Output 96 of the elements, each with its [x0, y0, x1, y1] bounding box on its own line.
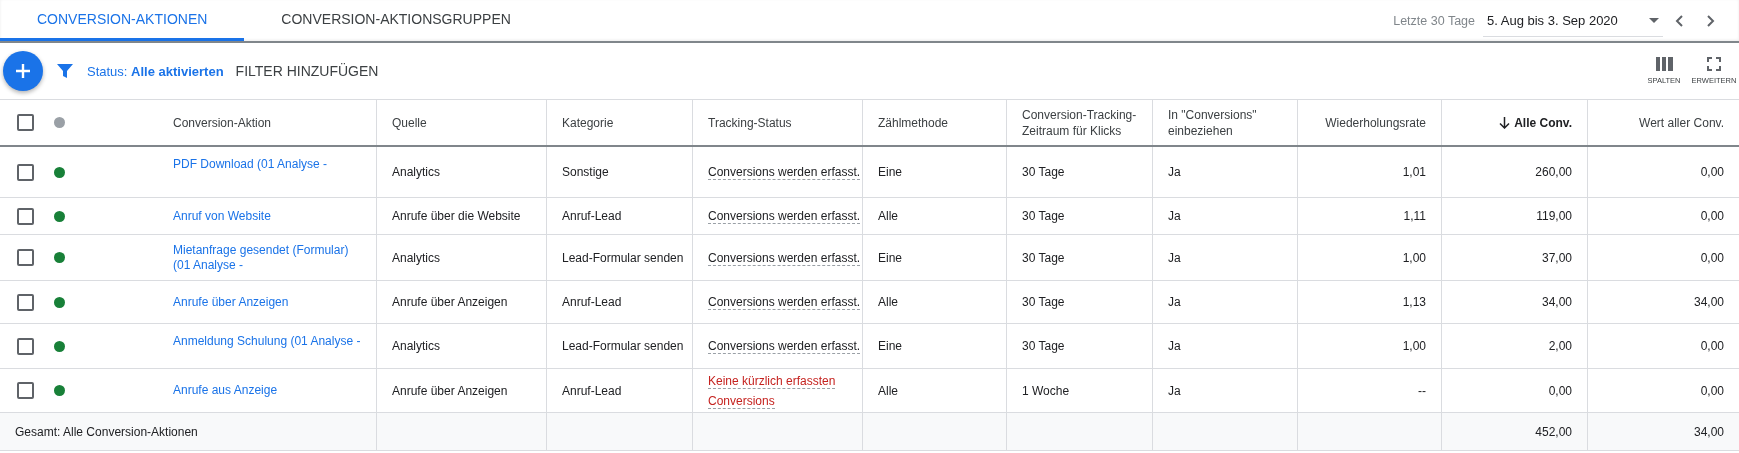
- table-cell: Anrufe über Anzeigen: [392, 295, 508, 309]
- table-cell: 1,13: [1402, 295, 1426, 309]
- checkbox[interactable]: [17, 207, 34, 225]
- dropdown-caret-icon: [1649, 17, 1659, 23]
- table-cell: 30 Tage: [1022, 339, 1065, 353]
- tab[interactable]: CONVERSION-AKTIONEN: [0, 0, 245, 41]
- add-button[interactable]: [3, 51, 43, 91]
- status-filter[interactable]: Status: Alle aktivierten: [87, 63, 224, 79]
- table-cell: Lead-Formular senden: [562, 250, 684, 265]
- checkbox[interactable]: [17, 337, 34, 355]
- tracking-status[interactable]: Conversions werden erfasst.: [708, 162, 861, 182]
- column-header[interactable]: Wert aller Conv.: [1639, 114, 1724, 131]
- table-cell: 1,11: [1403, 209, 1426, 223]
- chevron-right-icon: [1707, 14, 1715, 27]
- table-cell: Anrufe über die Website: [392, 209, 521, 223]
- total-cell: 34,00: [1693, 424, 1724, 439]
- tracking-status-warning[interactable]: Keine kürzlich erfassten Conversions: [708, 370, 858, 411]
- plus-icon: [15, 63, 31, 79]
- checkbox[interactable]: [17, 293, 34, 311]
- table-cell: 1,00: [1402, 339, 1426, 353]
- conversion-action-link[interactable]: Anrufe aus Anzeige: [173, 383, 288, 398]
- table-cell: Eine: [878, 250, 903, 265]
- column-header[interactable]: Quelle: [392, 114, 427, 131]
- table-cell: Ja: [1168, 383, 1181, 398]
- table-cell: Alle: [878, 209, 898, 223]
- column-header[interactable]: In "Conversions" einbeziehen: [1168, 106, 1293, 139]
- table-cell: Analytics: [392, 250, 441, 265]
- column-header[interactable]: Tracking-Status: [708, 114, 792, 131]
- table-cell: 30 Tage: [1022, 165, 1065, 179]
- table-cell: 1 Woche: [1022, 383, 1070, 398]
- table-cell: Analytics: [392, 165, 441, 179]
- table-cell: 0,00: [1700, 383, 1724, 398]
- table-cell: 0,00: [1700, 250, 1724, 265]
- table-cell: 37,00: [1541, 250, 1572, 265]
- conversion-action-link[interactable]: Anrufe über Anzeigen: [173, 294, 299, 310]
- filter-icon[interactable]: [57, 63, 73, 79]
- checkbox[interactable]: [17, 382, 34, 399]
- table-cell: 1,00: [1402, 250, 1426, 265]
- table-cell: Anruf-Lead: [562, 383, 622, 398]
- columns-icon: [1655, 57, 1673, 71]
- conversion-action-link[interactable]: PDF Download (01 Analyse -: [173, 157, 338, 172]
- tab[interactable]: CONVERSION-AKTIONSGRUPPEN: [244, 0, 548, 41]
- table-cell: 260,00: [1535, 165, 1572, 179]
- table-cell: 34,00: [1541, 295, 1572, 309]
- table-cell: Sonstige: [562, 165, 609, 179]
- checkbox[interactable]: [17, 163, 34, 181]
- table-cell: Ja: [1168, 250, 1181, 265]
- tracking-status[interactable]: Conversions werden erfasst.: [708, 292, 861, 312]
- table-cell: Ja: [1168, 339, 1181, 353]
- total-label: Gesamt: Alle Conversion-Aktionen: [15, 424, 198, 439]
- table-cell: 0,00: [1700, 209, 1724, 223]
- date-range-label: Letzte 30 Tage: [1393, 13, 1475, 28]
- column-header[interactable]: Conversion-Aktion: [173, 114, 272, 131]
- fullscreen-icon: [1707, 57, 1721, 71]
- table-cell: 1,01: [1402, 165, 1426, 179]
- tracking-status[interactable]: Conversions werden erfasst.: [708, 206, 861, 226]
- table-cell: Lead-Formular senden: [562, 339, 684, 353]
- conversion-action-link[interactable]: Anmeldung Schulung (01 Analyse -: [173, 334, 371, 349]
- table-cell: Anruf-Lead: [562, 209, 622, 223]
- column-header[interactable]: Kategorie: [562, 114, 614, 131]
- table-cell: 30 Tage: [1022, 250, 1065, 265]
- table-cell: 30 Tage: [1022, 295, 1065, 309]
- table-cell: Ja: [1168, 165, 1181, 179]
- add-filter-button[interactable]: FILTER HINZUFÜGEN: [229, 62, 385, 80]
- status-dot: [54, 117, 65, 128]
- table-cell: Eine: [878, 165, 903, 179]
- table-cell: 0,00: [1700, 165, 1724, 179]
- checkbox[interactable]: [17, 114, 34, 131]
- table-cell: 34,00: [1693, 295, 1724, 309]
- table-cell: Ja: [1168, 295, 1181, 309]
- table-cell: Alle: [878, 295, 898, 309]
- checkbox[interactable]: [17, 249, 34, 266]
- chevron-left-icon: [1675, 14, 1683, 27]
- sort-down-arrow-icon: [1499, 116, 1511, 129]
- table-cell: 119,00: [1536, 209, 1572, 223]
- table-cell: Alle: [878, 383, 898, 398]
- column-header[interactable]: Zählmethode: [878, 114, 949, 131]
- date-range-dropdown[interactable]: 5. Aug bis 3. Sep 2020: [1483, 4, 1663, 37]
- table-cell: Anruf-Lead: [562, 295, 622, 309]
- table-cell: --: [1418, 383, 1426, 398]
- conversion-action-link[interactable]: Mietanfrage gesendet (Formular) (01 Analyse -: [173, 242, 376, 273]
- conversion-action-link[interactable]: Anruf von Website: [173, 208, 281, 224]
- column-header[interactable]: Conversion-Tracking-Zeitraum für Klicks: [1022, 106, 1148, 139]
- table-cell: 30 Tage: [1022, 209, 1065, 223]
- total-cell: 452,00: [1535, 424, 1572, 439]
- column-header[interactable]: Wiederholungsrate: [1325, 114, 1426, 131]
- table-cell: 0,00: [1700, 339, 1724, 353]
- tracking-status[interactable]: Conversions werden erfasst.: [708, 336, 861, 356]
- table-cell: Ja: [1168, 209, 1181, 223]
- table-cell: Eine: [878, 339, 903, 353]
- column-header[interactable]: Alle Conv.: [1499, 114, 1572, 131]
- table-cell: Anrufe über Anzeigen: [392, 383, 508, 398]
- table-cell: Analytics: [392, 339, 441, 353]
- tracking-status[interactable]: Conversions werden erfasst.: [708, 247, 861, 268]
- table-cell: 0,00: [1548, 383, 1572, 398]
- table-cell: 2,00: [1548, 339, 1572, 353]
